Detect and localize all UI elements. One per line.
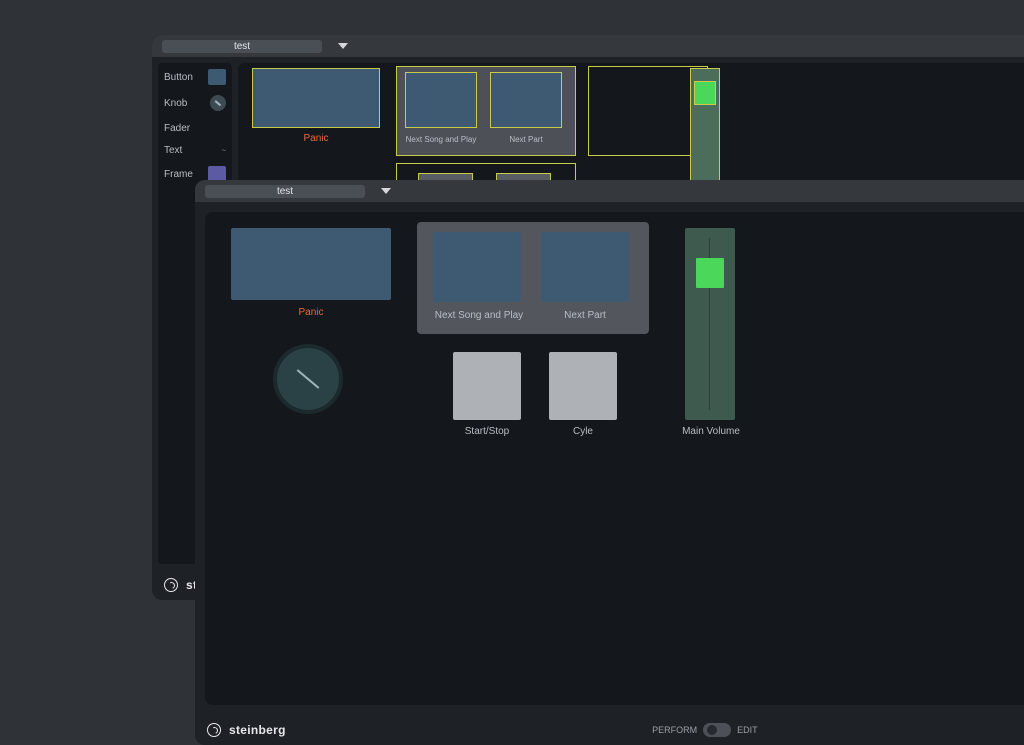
perform-window-front: test abc QC ⎋ Panic Next Song and Play N… xyxy=(195,180,1024,745)
fader-thumb-preview[interactable] xyxy=(694,81,716,105)
next-part-button[interactable] xyxy=(541,232,629,302)
brand-icon xyxy=(207,723,221,737)
preset-dropdown[interactable]: test xyxy=(162,40,322,53)
startstop-pad[interactable] xyxy=(453,352,521,420)
text-icon: ~ xyxy=(221,146,226,155)
titlebar-front: test abc QC ⎋ xyxy=(195,180,1024,202)
perform-canvas: Panic Next Song and Play Next Part Start… xyxy=(205,212,1024,705)
chevron-down-icon[interactable] xyxy=(338,43,348,49)
main-volume-fader[interactable] xyxy=(685,228,735,420)
palette-text[interactable]: Text ~ xyxy=(164,145,226,156)
next-part-button-preview[interactable] xyxy=(490,72,562,128)
panic-button-preview[interactable] xyxy=(252,68,380,128)
cycle-pad[interactable] xyxy=(549,352,617,420)
button-swatch-icon xyxy=(208,69,226,85)
next-part-label: Next Part xyxy=(490,135,562,144)
perform-label: PERFORM xyxy=(652,725,697,735)
brand-text: steinberg xyxy=(229,723,286,737)
next-part-label: Next Part xyxy=(541,310,629,321)
next-song-label: Next Song and Play xyxy=(425,310,533,321)
preset-name: test xyxy=(277,186,293,197)
fader-icon xyxy=(222,121,226,135)
preset-dropdown[interactable]: test xyxy=(205,185,365,198)
cycle-label: Cyle xyxy=(549,426,617,437)
palette-fader[interactable]: Fader xyxy=(164,121,226,135)
next-song-label: Next Song and Play xyxy=(405,135,477,144)
palette-button-label: Button xyxy=(164,72,193,83)
panic-label: Panic xyxy=(231,307,391,318)
perform-edit-toggle[interactable] xyxy=(703,723,731,737)
knob-control[interactable] xyxy=(273,344,343,414)
panic-button[interactable] xyxy=(231,228,391,300)
chevron-down-icon[interactable] xyxy=(381,188,391,194)
bottombar-front: steinberg PERFORM EDIT focuscontrol xyxy=(195,715,1024,745)
mode-toggle: PERFORM EDIT xyxy=(652,723,758,737)
palette-button[interactable]: Button xyxy=(164,69,226,85)
brand-icon xyxy=(164,578,178,592)
titlebar-back: test abc QC ⎋ xyxy=(152,35,1024,57)
palette-knob-label: Knob xyxy=(164,98,187,109)
next-song-button[interactable] xyxy=(433,232,521,302)
preset-name: test xyxy=(234,41,250,52)
next-song-button-preview[interactable] xyxy=(405,72,477,128)
palette-text-label: Text xyxy=(164,145,182,156)
edit-label: EDIT xyxy=(737,725,758,735)
knob-icon xyxy=(210,95,226,111)
palette-knob[interactable]: Knob xyxy=(164,95,226,111)
palette-frame-label: Frame xyxy=(164,169,193,180)
main-volume-label: Main Volume xyxy=(675,426,747,437)
panic-label: Panic xyxy=(252,133,380,144)
startstop-label: Start/Stop xyxy=(453,426,521,437)
palette-fader-label: Fader xyxy=(164,123,190,134)
fader-thumb[interactable] xyxy=(696,258,724,288)
